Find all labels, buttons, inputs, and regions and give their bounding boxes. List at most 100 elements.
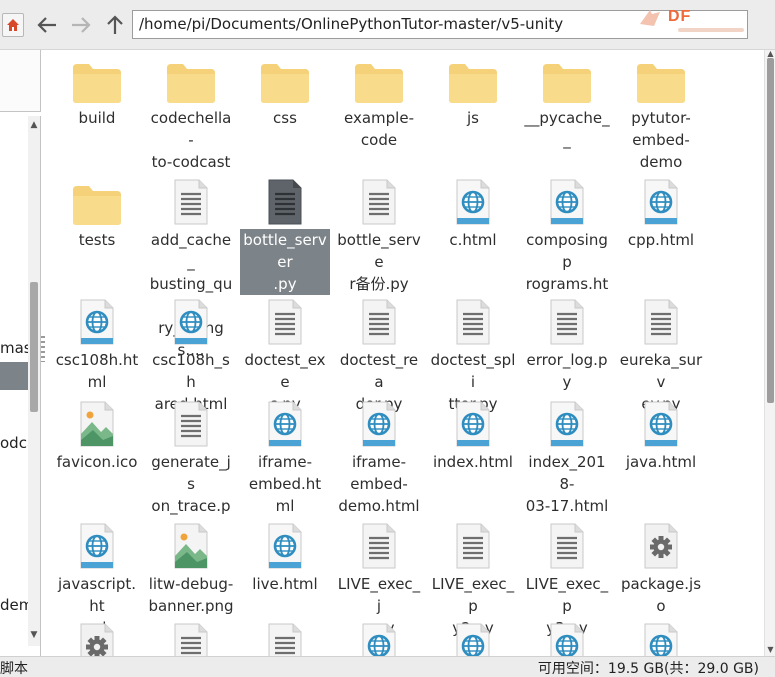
- sidebar-tree-selected-item[interactable]: [0, 362, 28, 390]
- file-name-line: c.html: [449, 231, 497, 249]
- home-button[interactable]: [2, 13, 24, 37]
- file-name-line: csc108h_sh: [152, 351, 230, 391]
- file-item[interactable]: bottle_serve r备份.py: [332, 176, 426, 295]
- sidebar-scroll-up-icon[interactable]: ▲: [29, 120, 39, 130]
- file-item[interactable]: [238, 620, 332, 656]
- file-name-label: index.html: [428, 451, 518, 473]
- file-name-line: to-codcast: [151, 153, 231, 171]
- home-icon: [7, 19, 19, 31]
- pane-splitter[interactable]: [41, 50, 45, 656]
- file-item[interactable]: error_log.py: [520, 296, 614, 393]
- up-button[interactable]: [102, 12, 128, 38]
- file-name-line: ml: [87, 373, 107, 391]
- html-file-icon: [72, 520, 122, 570]
- file-item[interactable]: css: [238, 54, 332, 129]
- file-item[interactable]: pytutor-embed-demo: [614, 54, 708, 173]
- file-item[interactable]: [144, 620, 238, 656]
- watermark-logo: DF: [638, 4, 748, 36]
- file-item[interactable]: codechella-to-codcast: [144, 54, 238, 173]
- file-item[interactable]: java.html: [614, 398, 708, 473]
- file-name-line: embed-: [350, 475, 408, 493]
- html-file-icon: [448, 176, 498, 226]
- scroll-down-icon[interactable]: ▼: [766, 646, 775, 654]
- file-name-line: rograms.ht: [525, 275, 609, 293]
- file-item[interactable]: js: [426, 54, 520, 129]
- file-item-selected[interactable]: bottle_server .py: [238, 176, 332, 295]
- file-item[interactable]: live.html: [238, 520, 332, 595]
- file-name-line: js: [467, 109, 479, 127]
- scroll-up-icon[interactable]: ▲: [766, 50, 775, 58]
- file-name-line: build: [78, 109, 116, 127]
- main-scrollbar-thumb[interactable]: [767, 58, 774, 403]
- html-file-icon: [542, 176, 592, 226]
- file-name-label: bottle_server .py: [240, 229, 330, 295]
- html-file-icon: [542, 620, 592, 656]
- file-name-label: build: [52, 107, 142, 129]
- file-item[interactable]: iframe-embed-demo.html: [332, 398, 426, 517]
- forward-button[interactable]: [68, 12, 94, 38]
- file-item[interactable]: [426, 620, 520, 656]
- status-left-text: 脚本: [0, 661, 28, 677]
- file-list-view[interactable]: build codechella-to-codcast css example-…: [48, 50, 764, 656]
- file-name-label: favicon.ico: [52, 451, 142, 473]
- html-file-icon: [260, 520, 310, 570]
- sidebar-scroll-down-icon[interactable]: ▼: [29, 630, 39, 640]
- text-file-icon: [166, 176, 216, 226]
- sidebar-scrollbar-thumb[interactable]: [30, 282, 38, 412]
- forward-arrow-icon: [72, 17, 91, 33]
- text-file-icon: [354, 176, 404, 226]
- file-name-line: css: [273, 109, 297, 127]
- file-item[interactable]: generate_json_trace.py: [144, 398, 238, 539]
- file-item[interactable]: build: [50, 54, 144, 129]
- file-name-line: __pycache__: [524, 109, 610, 149]
- file-item[interactable]: [614, 620, 708, 656]
- back-button[interactable]: [34, 12, 60, 38]
- file-item[interactable]: litw-debug-banner.png: [144, 520, 238, 617]
- back-arrow-icon: [37, 17, 56, 33]
- file-name-line: iframe-: [257, 453, 313, 471]
- file-name-line: doctest_spli: [430, 351, 516, 391]
- file-item[interactable]: index.html: [426, 398, 520, 473]
- file-item[interactable]: tests: [50, 176, 144, 251]
- file-item[interactable]: __pycache__: [520, 54, 614, 151]
- file-item[interactable]: [520, 620, 614, 656]
- file-name-line: bottle_server: [243, 231, 327, 271]
- folder-icon: [260, 54, 310, 104]
- file-name-line: java.html: [625, 453, 697, 471]
- file-item[interactable]: csc108h.ht ml: [50, 296, 144, 393]
- file-item[interactable]: [332, 620, 426, 656]
- html-file-icon: [166, 296, 216, 346]
- html-file-icon: [636, 620, 686, 656]
- file-item[interactable]: index_2018- 03-17.html: [520, 398, 614, 517]
- file-name-label: example-code: [334, 107, 424, 151]
- sidebar: mas odca dem ▲ ▼: [0, 50, 44, 656]
- html-file-icon: [636, 398, 686, 448]
- file-name-line: bottle_serve: [337, 231, 421, 271]
- text-file-icon: [166, 398, 216, 448]
- file-item[interactable]: [50, 620, 144, 656]
- file-item[interactable]: cpp.html: [614, 176, 708, 251]
- file-name-label: css: [240, 107, 330, 129]
- folder-icon: [72, 176, 122, 226]
- folder-icon: [354, 54, 404, 104]
- text-file-icon: [448, 296, 498, 346]
- main-scrollbar[interactable]: ▲ ▼: [764, 50, 775, 656]
- file-item[interactable]: c.html: [426, 176, 520, 251]
- text-file-icon: [354, 520, 404, 570]
- file-name-line: example-: [344, 109, 414, 127]
- sidebar-tree-item[interactable]: mas: [0, 339, 32, 357]
- file-name-label: tests: [52, 229, 142, 251]
- file-name-label: litw-debug-banner.png: [146, 573, 236, 617]
- html-file-icon: [636, 176, 686, 226]
- sidebar-places[interactable]: [0, 50, 41, 112]
- file-name-line: csc108h.ht: [55, 351, 139, 369]
- file-item[interactable]: example-code: [332, 54, 426, 151]
- text-file-icon: [542, 296, 592, 346]
- file-item[interactable]: favicon.ico: [50, 398, 144, 473]
- file-name-label: iframe-embed-demo.html: [334, 451, 424, 517]
- file-item[interactable]: iframe-embed.html: [238, 398, 332, 517]
- html-file-icon: [448, 398, 498, 448]
- file-name-label: c.html: [428, 229, 518, 251]
- text-file-icon: [260, 176, 310, 226]
- file-name-line: doctest_rea: [339, 351, 419, 391]
